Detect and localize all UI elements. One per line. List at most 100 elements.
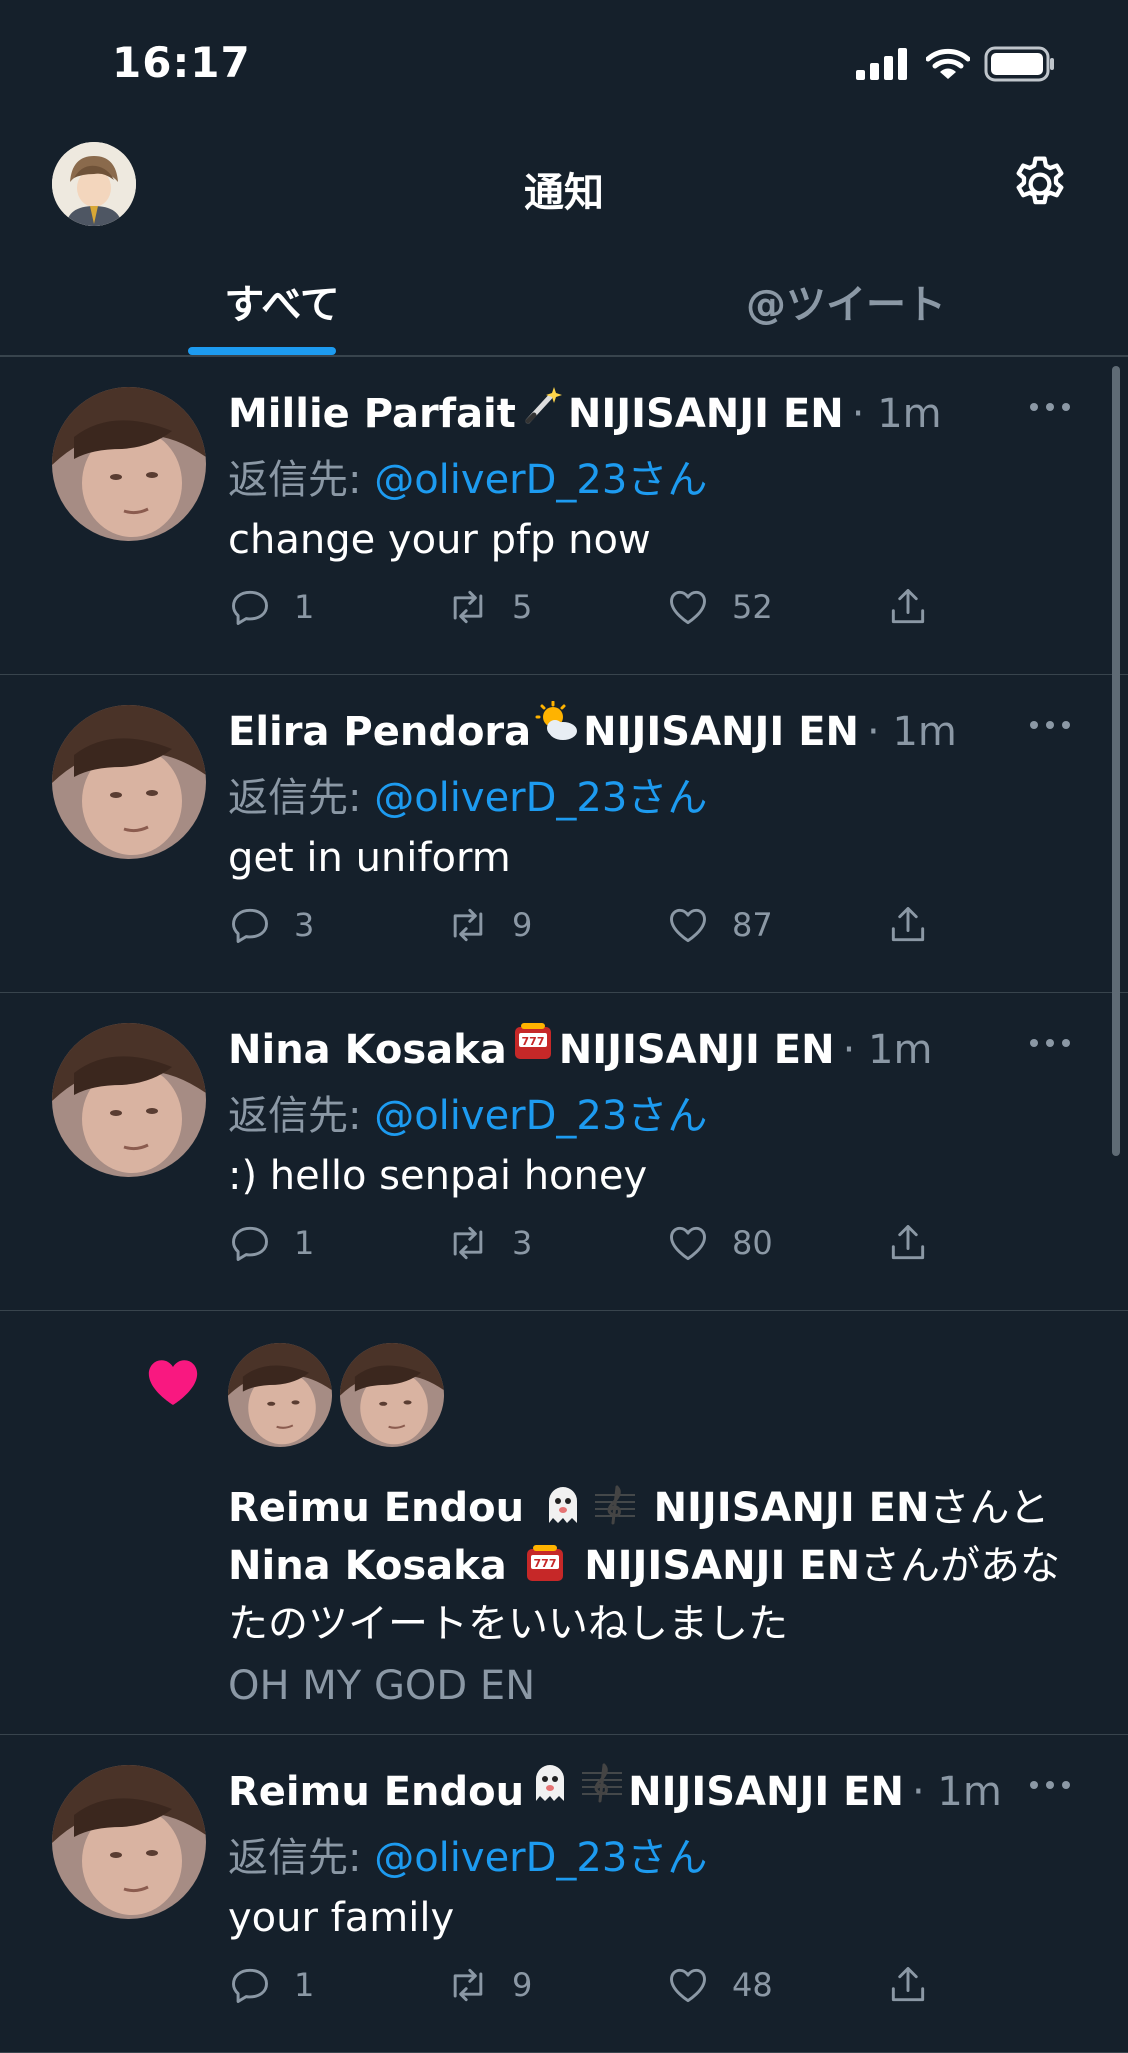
share-button[interactable] [886, 903, 930, 947]
reply-button[interactable]: 1 [228, 585, 314, 629]
tweet-header: Nina Kosaka 777 NIJISANJI EN · 1m [228, 1019, 1072, 1073]
tweet-header: Millie Parfait NIJISANJI EN · 1m [228, 383, 1072, 437]
heart-filled-icon [148, 1360, 198, 1405]
scrollbar[interactable] [1112, 366, 1120, 1156]
reply-count: 1 [294, 588, 315, 626]
tweet-actions: 1 5 52 [228, 585, 948, 635]
reply-count: 1 [294, 1224, 315, 1262]
like-button[interactable]: 80 [666, 1221, 773, 1265]
liker-avatar[interactable] [228, 1343, 332, 1447]
retweet-count: 9 [512, 906, 533, 944]
reply-button[interactable]: 1 [228, 1963, 314, 2007]
tweet-actions: 1 3 80 [228, 1221, 948, 1271]
more-icon[interactable] [1028, 719, 1072, 731]
reply-notification[interactable]: Reimu Endou NIJISANJI EN · 1m 返信先: @oliv… [0, 1735, 1128, 2053]
reply-handle-link[interactable]: @oliverD_23さん [374, 775, 707, 821]
avatar[interactable] [52, 1023, 206, 1177]
tweet-text: change your pfp now [228, 517, 651, 563]
author-org: NIJISANJI EN [583, 709, 860, 755]
more-icon[interactable] [1028, 1037, 1072, 1049]
retweet-count: 3 [512, 1224, 533, 1262]
heart-icon [670, 1226, 706, 1261]
like-count: 87 [732, 906, 773, 944]
like-button[interactable]: 48 [666, 1963, 773, 2007]
reply-to-line: 返信先: @oliverD_23さん [228, 457, 708, 503]
avatar[interactable] [52, 705, 206, 859]
page-title: 通知 [524, 170, 604, 216]
status-time: 16:17 [112, 38, 251, 87]
reply-to-line: 返信先: @oliverD_23さん [228, 1093, 708, 1139]
slot-machine-icon: 777 [514, 1023, 551, 1059]
reply-handle-link[interactable]: @oliverD_23さん [374, 1093, 707, 1139]
like-button[interactable]: 87 [666, 903, 773, 947]
liker-org: NIJISANJI EN [653, 1485, 930, 1531]
like-count: 52 [732, 588, 773, 626]
retweet-icon [453, 1968, 483, 2002]
reply-notification[interactable]: Elira Pendora NIJISANJI EN · 1m 返信先: @ol… [0, 675, 1128, 993]
liker-name[interactable]: Reimu Endou [228, 1485, 524, 1531]
reply-to-line: 返信先: @oliverD_23さん [228, 775, 708, 821]
tab-all[interactable]: すべて [0, 240, 564, 355]
signal-icon [856, 48, 907, 80]
like-button[interactable]: 52 [666, 585, 773, 629]
notification-feed: Millie Parfait NIJISANJI EN · 1m 返信先: @o… [0, 357, 1128, 2053]
svg-text:777: 777 [534, 1557, 557, 1570]
slot-machine-icon: 777 [527, 1545, 564, 1581]
status-icons [856, 44, 1056, 84]
author-name[interactable]: Elira Pendora [228, 709, 531, 755]
reply-to-line: 返信先: @oliverD_23さん [228, 1835, 708, 1881]
liker-avatar[interactable] [340, 1343, 444, 1447]
tweet-time: · 1m [851, 391, 942, 437]
liker-name[interactable]: Nina Kosaka [228, 1543, 507, 1589]
heart-icon [670, 1968, 706, 2003]
author-name[interactable]: Reimu Endou [228, 1769, 524, 1815]
retweet-button[interactable]: 9 [446, 903, 532, 947]
avatar[interactable] [52, 1765, 206, 1919]
reply-handle-link[interactable]: @oliverD_23さん [374, 457, 707, 503]
more-icon[interactable] [1028, 1779, 1072, 1791]
author-org: NIJISANJI EN [628, 1769, 904, 1815]
reply-button[interactable]: 3 [228, 903, 314, 947]
retweet-icon [453, 908, 483, 942]
treble-clef-icon [594, 1485, 635, 1525]
tweet-text: get in uniform [228, 835, 511, 881]
like-count: 48 [732, 1966, 773, 2004]
reply-icon [232, 590, 268, 625]
share-icon [891, 907, 925, 942]
tweet-time: · 1m [867, 709, 957, 755]
reply-notification[interactable]: Millie Parfait NIJISANJI EN · 1m 返信先: @o… [0, 357, 1128, 675]
tab-mentions[interactable]: @ツイート [564, 240, 1128, 355]
tweet-text: your family [228, 1895, 455, 1941]
settings-button[interactable] [1008, 152, 1072, 216]
ghost-icon [548, 1487, 577, 1523]
share-icon [891, 1225, 925, 1260]
retweet-button[interactable]: 9 [446, 1963, 532, 2007]
tweet-header: Reimu Endou NIJISANJI EN · 1m [228, 1761, 1072, 1815]
like-notification[interactable]: Reimu Endou NIJISANJI ENさんと Nina Kosaka … [0, 1311, 1128, 1735]
author-name[interactable]: Millie Parfait [228, 391, 516, 437]
svg-text:777: 777 [521, 1035, 544, 1048]
share-icon [891, 1967, 925, 2002]
more-icon[interactable] [1028, 401, 1072, 413]
reply-count: 1 [294, 1966, 315, 2004]
reply-button[interactable]: 1 [228, 1221, 314, 1265]
share-button[interactable] [886, 1221, 930, 1265]
treble-clef-icon [582, 1763, 623, 1803]
reply-icon [232, 1968, 268, 2003]
tweet-header: Elira Pendora NIJISANJI EN · 1m [228, 701, 1072, 755]
retweet-count: 5 [512, 588, 533, 626]
share-icon [891, 589, 925, 624]
like-count: 80 [732, 1224, 773, 1262]
retweet-button[interactable]: 3 [446, 1221, 532, 1265]
reply-notification[interactable]: Nina Kosaka 777 NIJISANJI EN · 1m 返信先: @… [0, 993, 1128, 1311]
magic-wand-icon [525, 387, 562, 424]
avatar[interactable] [52, 387, 206, 541]
heart-icon [670, 590, 706, 625]
author-name[interactable]: Nina Kosaka [228, 1027, 507, 1073]
share-button[interactable] [886, 585, 930, 629]
share-button[interactable] [886, 1963, 930, 2007]
reply-handle-link[interactable]: @oliverD_23さん [374, 1835, 707, 1881]
retweet-button[interactable]: 5 [446, 585, 532, 629]
liked-tweet-snippet[interactable]: OH MY GOD EN [228, 1663, 535, 1709]
gear-icon [1016, 156, 1064, 205]
